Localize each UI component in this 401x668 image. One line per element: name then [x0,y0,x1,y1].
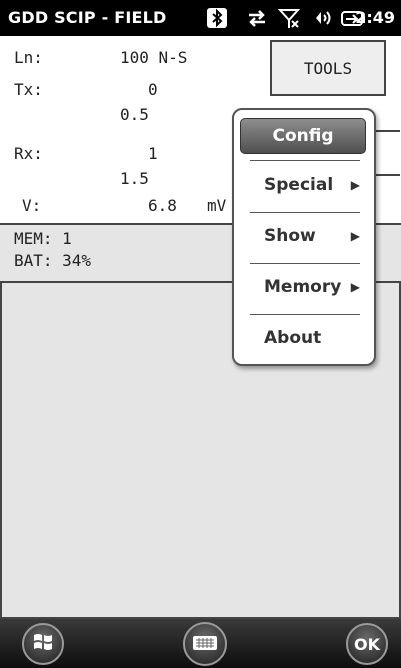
menu-item-special[interactable]: Special ▶ [234,165,374,205]
menu-separator [250,160,360,161]
tools-popup-menu: Config Special ▶ Show ▶ Memory ▶ About [232,108,376,366]
menu-item-show[interactable]: Show ▶ [234,216,374,256]
bluetooth-icon[interactable] [206,7,228,29]
ln-label: Ln: [14,48,43,67]
menu-item-about-label: About [264,328,322,348]
tx-value-2: 0.5 [120,105,149,124]
rx-value-1: 1 [148,144,158,163]
menu-separator [250,314,360,315]
start-button[interactable] [22,623,64,665]
tx-label: Tx: [14,80,43,99]
ok-button-label: OK [354,634,380,654]
tools-button[interactable]: TOOLS [270,40,386,96]
tools-button-label: TOOLS [303,58,353,78]
menu-separator [250,263,360,264]
volume-icon[interactable] [312,7,334,29]
app-title: GDD SCIP - FIELD [8,8,167,27]
menu-item-show-label: Show [264,226,316,246]
keyboard-button[interactable] [183,622,227,666]
submenu-arrow-icon: ▶ [350,280,360,294]
v-value: 6.8 [148,196,177,215]
clock[interactable]: 2:49 [355,8,395,27]
v-label: V: [22,196,42,215]
submenu-arrow-icon: ▶ [350,178,360,192]
tx-value-1: 0 [148,80,158,99]
v-unit: mV [207,196,227,215]
menu-item-config-label: Config [272,126,334,146]
ok-button[interactable]: OK [346,623,388,665]
menu-item-memory-label: Memory [264,277,342,297]
submenu-arrow-icon: ▶ [350,229,360,243]
data-sync-icon[interactable] [246,7,268,29]
no-signal-icon[interactable] [277,7,301,29]
menu-item-special-label: Special [264,175,334,195]
rx-label: Rx: [14,144,43,163]
mem-status: MEM: 1 [14,229,72,248]
windows-logo-icon [32,631,54,657]
ln-value: 100 N-S [120,48,188,67]
keyboard-icon [193,635,217,654]
bottom-taskbar: OK [0,619,401,668]
menu-item-memory[interactable]: Memory ▶ [234,267,374,307]
menu-item-config[interactable]: Config [240,118,366,154]
rx-value-2: 1.5 [120,169,149,188]
status-bar: GDD SCIP - FIELD 2:49 [0,0,401,36]
menu-item-about[interactable]: About [234,318,374,358]
menu-separator [250,212,360,213]
bat-status: BAT: 34% [14,251,92,270]
